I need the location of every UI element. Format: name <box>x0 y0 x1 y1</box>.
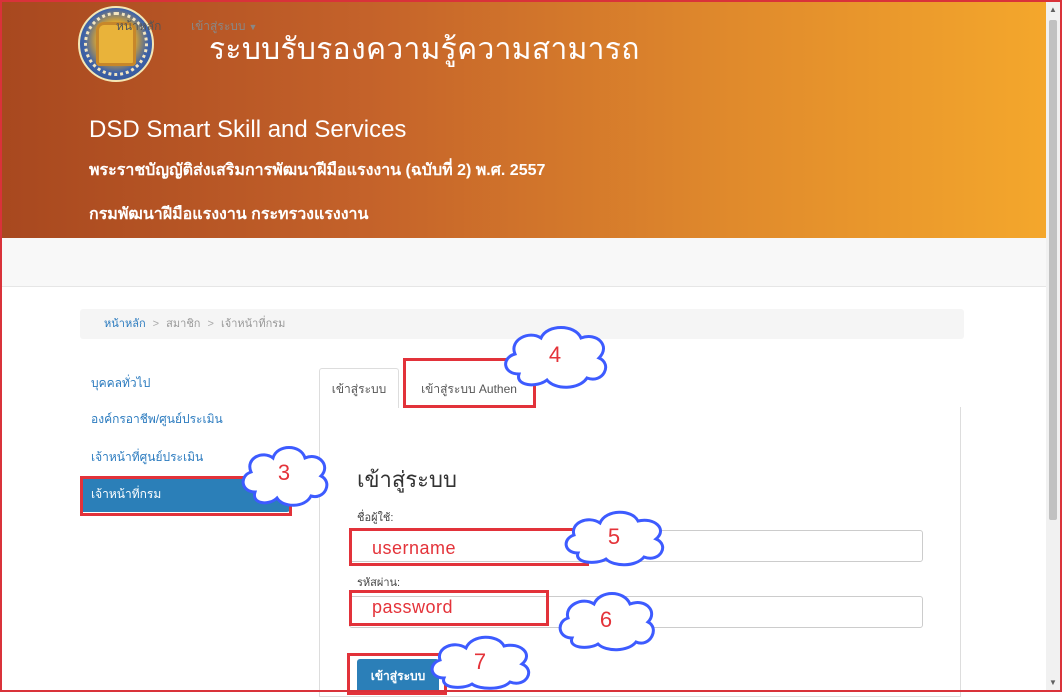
department-subtitle: กรมพัฒนาฝีมือแรงงาน กระทรวงแรงงาน <box>89 206 369 223</box>
callout-number-6: 6 <box>599 607 613 632</box>
breadcrumb-home[interactable]: หน้าหลัก <box>104 318 146 330</box>
callout-cloud-7: 7 <box>424 632 536 692</box>
sidebar-item-center-staff[interactable]: เจ้าหน้าที่ศูนย์ประเมิน <box>91 448 203 467</box>
callout-cloud-6: 6 <box>552 586 660 654</box>
vertical-scrollbar[interactable]: ▲ ▼ <box>1046 2 1060 690</box>
breadcrumb-separator: > <box>207 318 214 330</box>
username-label: ชื่อผู้ใช้: <box>357 512 394 524</box>
scroll-up-arrow-icon[interactable]: ▲ <box>1049 5 1057 14</box>
breadcrumb-members: สมาชิก <box>166 318 201 330</box>
breadcrumb-separator: > <box>152 318 160 330</box>
breadcrumb-current: เจ้าหน้าที่กรม <box>221 318 286 330</box>
sidebar-item-organization[interactable]: องค์กรอาชีพ/ศูนย์ประเมิน <box>91 410 223 429</box>
password-value: password <box>372 597 454 617</box>
sidebar-item-general-public[interactable]: บุคคลทั่วไป <box>91 374 150 393</box>
top-navbar <box>2 238 1046 287</box>
callout-cloud-3: 3 <box>235 436 333 510</box>
password-label: รหัสผ่าน: <box>357 577 401 589</box>
tab-login[interactable]: เข้าสู่ระบบ <box>319 368 399 408</box>
callout-number-7: 7 <box>473 649 487 674</box>
site-title-thai: ระบบรับรองความรู้ความสามารถ <box>209 33 640 66</box>
username-value: username <box>372 538 457 558</box>
callout-number-3: 3 <box>277 460 291 485</box>
site-title-english: DSD Smart Skill and Services <box>89 116 407 143</box>
nav-home-link[interactable]: หน้าหลัก <box>116 17 161 36</box>
callout-cloud-5: 5 <box>558 505 670 569</box>
nav-login-dropdown[interactable]: เข้าสู่ระบบ ▼ <box>191 17 257 36</box>
caret-down-icon: ▼ <box>248 22 258 32</box>
act-subtitle: พระราชบัญญัติส่งเสริมการพัฒนาฝีมือแรงงาน… <box>89 162 546 179</box>
callout-cloud-4: 4 <box>497 318 613 392</box>
login-heading: เข้าสู่ระบบ <box>357 467 457 492</box>
nav-login-label: เข้าสู่ระบบ <box>191 19 246 33</box>
callout-number-5: 5 <box>607 524 621 549</box>
scroll-thumb[interactable] <box>1049 20 1057 520</box>
callout-number-4: 4 <box>548 342 562 367</box>
scroll-down-arrow-icon[interactable]: ▼ <box>1049 678 1057 687</box>
